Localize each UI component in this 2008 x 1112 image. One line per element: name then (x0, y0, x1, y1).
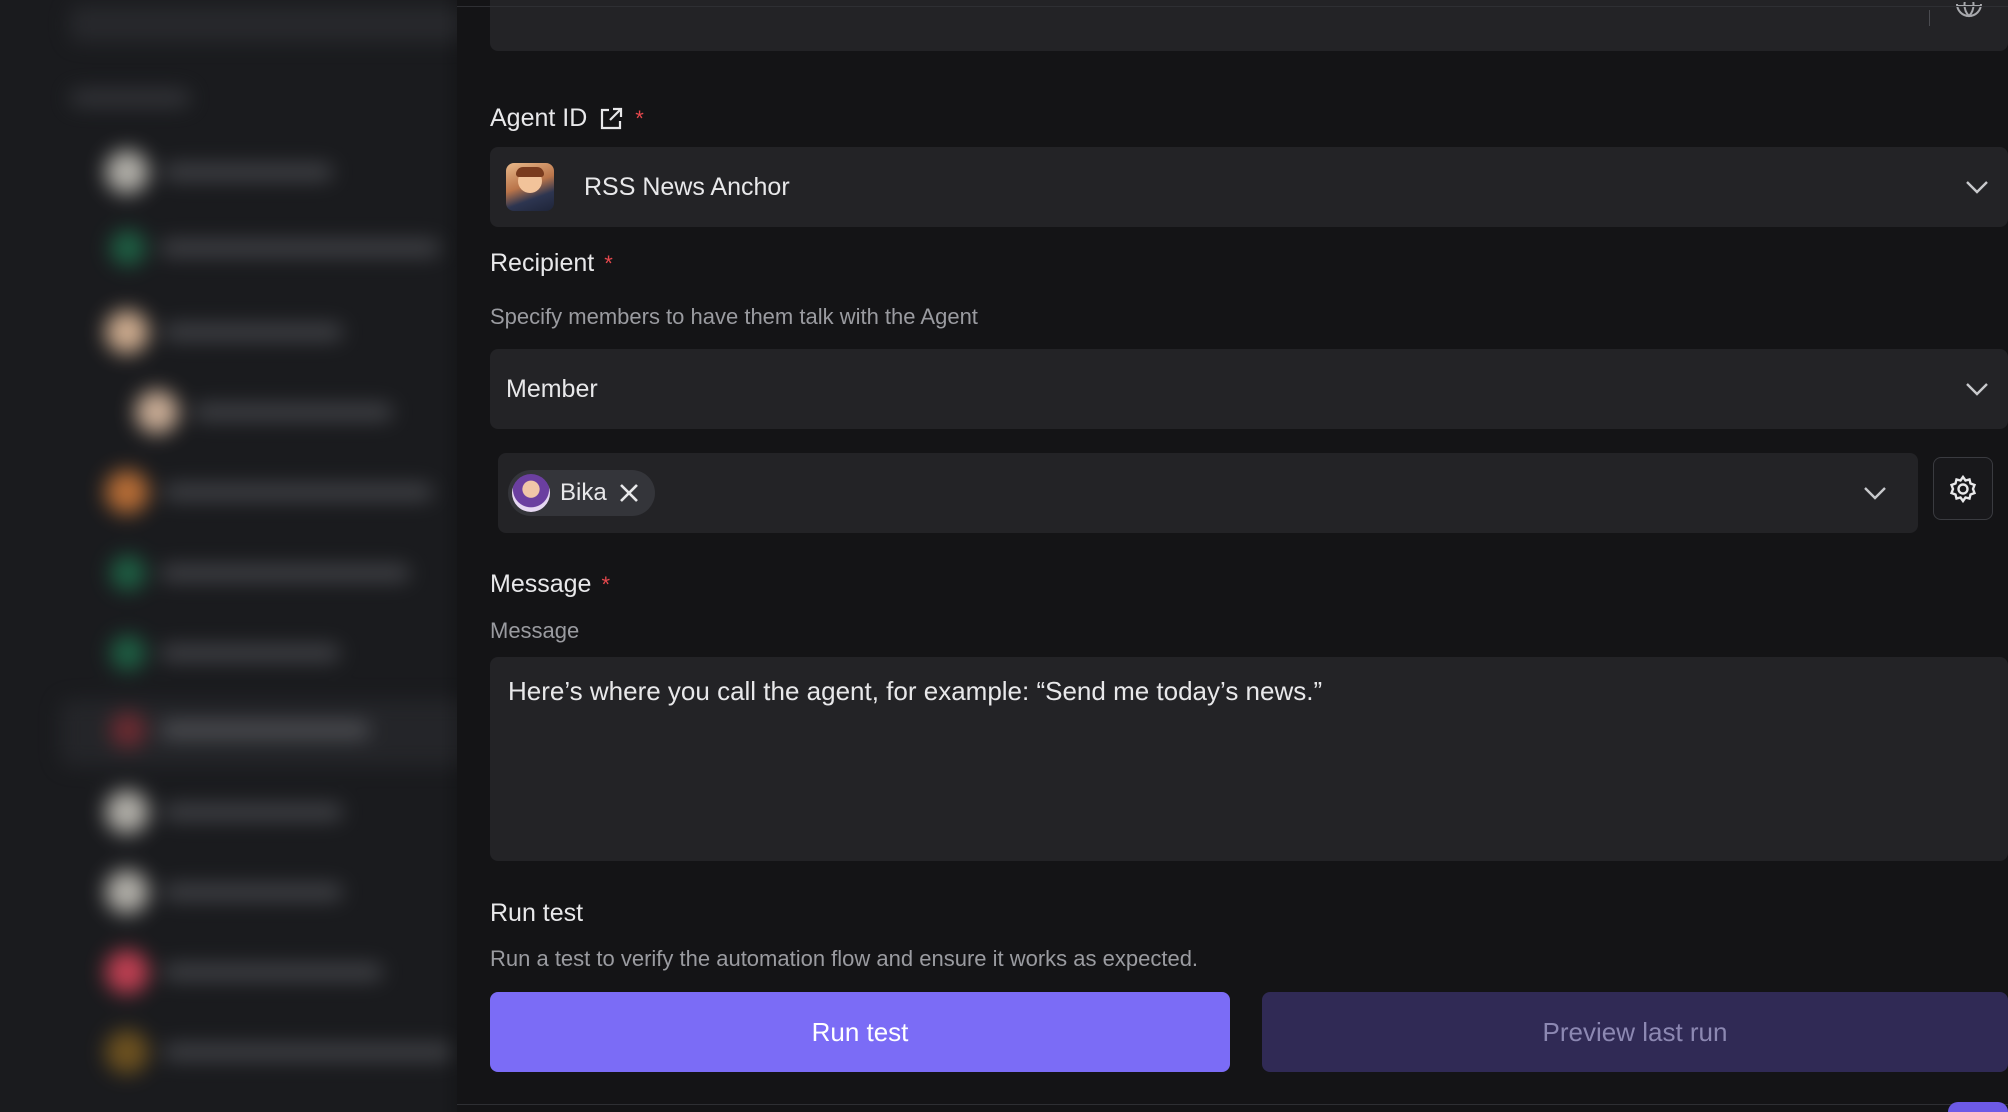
background-row (105, 1030, 453, 1074)
background-row (105, 470, 433, 514)
agent-avatar (506, 163, 554, 211)
message-label: Message (490, 570, 592, 598)
run-test-title-text: Run test (490, 899, 584, 927)
required-mark: * (635, 105, 644, 131)
background-sidebar (0, 0, 470, 1112)
member-settings-button[interactable] (1933, 457, 1993, 520)
background-row (110, 712, 370, 748)
background-header (70, 6, 470, 42)
recipient-label: Recipient (490, 249, 595, 277)
preview-last-run-button[interactable]: Preview last run (1262, 992, 2008, 1072)
background-row (110, 555, 410, 591)
gear-icon (1949, 474, 1977, 503)
chevron-down-icon[interactable] (1962, 172, 1992, 202)
background-row (105, 870, 343, 914)
external-link-icon[interactable] (597, 105, 625, 133)
recipient-type-value: Member (506, 374, 598, 403)
floating-button-edge[interactable] (1948, 1102, 2008, 1112)
recipient-hint: Specify members to have them talk with t… (490, 304, 978, 329)
previous-field[interactable] (490, 0, 2008, 51)
background-sidebar-blur (0, 0, 470, 1112)
bottom-divider (457, 1104, 2008, 1105)
close-icon[interactable] (617, 481, 641, 505)
recipient-type-select[interactable]: Member (490, 349, 2008, 429)
background-row (110, 230, 440, 266)
member-picker[interactable]: Bika (498, 453, 1918, 533)
automation-config-panel: Agent ID * RSS News Anchor Recipient * S… (457, 0, 2008, 1112)
avatar (512, 474, 550, 512)
background-row (70, 90, 190, 106)
run-test-description: Run a test to verify the automation flow… (490, 946, 1199, 971)
recipient-label-row: Recipient * (490, 249, 613, 278)
member-chip-name: Bika (560, 479, 607, 506)
chevron-down-icon[interactable] (1962, 374, 1992, 404)
background-row (135, 390, 393, 434)
message-textarea[interactable]: Here’s where you call the agent, for exa… (490, 657, 2008, 861)
chevron-down-icon[interactable] (1860, 478, 1890, 508)
run-test-title: Run test (490, 899, 583, 928)
run-test-button[interactable]: Run test (490, 992, 1230, 1072)
background-row (105, 150, 333, 194)
member-chip: Bika (508, 470, 655, 516)
background-row (105, 310, 343, 354)
required-mark: * (601, 571, 611, 597)
field-divider (1929, 10, 1930, 26)
background-row (105, 950, 383, 994)
agent-select[interactable]: RSS News Anchor (490, 147, 2008, 227)
agent-name: RSS News Anchor (584, 172, 790, 201)
top-divider (457, 6, 2008, 7)
background-row (105, 790, 343, 834)
message-label-row: Message * (490, 570, 610, 599)
background-row (110, 635, 340, 671)
agent-id-label: Agent ID (490, 104, 588, 132)
agent-id-label-row: Agent ID * (490, 104, 644, 133)
required-mark: * (604, 250, 613, 276)
message-sub-label: Message (490, 618, 580, 643)
